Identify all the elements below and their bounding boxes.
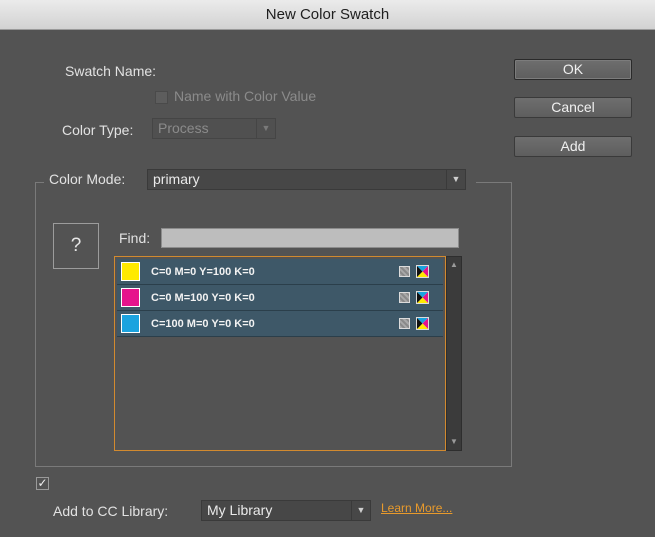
process-type-icon: [399, 318, 410, 329]
swatch-list-scrollbar[interactable]: ▲ ▼: [446, 256, 462, 451]
color-mode-legend: Color Mode: primary ▼: [44, 168, 476, 192]
window-title: New Color Swatch: [265, 6, 390, 23]
color-type-dropdown[interactable]: Process ▼: [152, 118, 276, 139]
add-to-cc-library-checkbox[interactable]: ✓: [36, 477, 49, 490]
swatch-name: C=0 M=0 Y=100 K=0: [151, 266, 255, 278]
add-to-cc-library-label: Add to CC Library:: [53, 503, 169, 519]
window-title-bar: New Color Swatch: [0, 0, 655, 30]
new-color-swatch-dialog: Swatch Name: Name with Color Value Color…: [0, 30, 655, 537]
swatch-list-item[interactable]: C=0 M=0 Y=100 K=0: [117, 259, 443, 285]
ok-button[interactable]: OK: [514, 59, 632, 80]
swatch-name: C=100 M=0 Y=0 K=0: [151, 318, 255, 330]
swatch-list[interactable]: C=0 M=0 Y=100 K=0 C=0 M=100 Y=0 K=0 C=10…: [114, 256, 446, 451]
swatch-name: C=0 M=100 Y=0 K=0: [151, 292, 255, 304]
cmyk-mode-icon: [416, 317, 429, 330]
swatch-name-label: Swatch Name:: [65, 63, 157, 79]
find-input[interactable]: [161, 228, 459, 248]
process-type-icon: [399, 266, 410, 277]
color-type-label: Color Type:: [62, 122, 134, 138]
scroll-up-arrow-icon[interactable]: ▲: [447, 259, 461, 271]
find-label: Find:: [119, 230, 151, 246]
name-with-color-value-checkbox[interactable]: [155, 91, 168, 104]
triangle-down-icon: ▼: [256, 119, 275, 138]
swatch-list-item[interactable]: C=0 M=100 Y=0 K=0: [117, 285, 443, 311]
color-mode-value: primary: [153, 171, 200, 187]
cmyk-mode-icon: [416, 265, 429, 278]
swatch-color-chip: [121, 314, 140, 333]
cancel-button[interactable]: Cancel: [514, 97, 632, 118]
triangle-down-icon: ▼: [446, 170, 465, 189]
learn-more-link[interactable]: Learn More...: [381, 501, 452, 515]
name-with-color-value-label: Name with Color Value: [174, 88, 317, 104]
color-mode-label: Color Mode:: [49, 171, 126, 187]
scroll-down-arrow-icon[interactable]: ▼: [447, 436, 461, 448]
color-type-value: Process: [158, 120, 209, 136]
color-mode-dropdown[interactable]: primary ▼: [147, 169, 466, 190]
cmyk-mode-icon: [416, 291, 429, 304]
swatch-list-item[interactable]: C=100 M=0 Y=0 K=0: [117, 311, 443, 337]
process-type-icon: [399, 292, 410, 303]
swatch-color-chip: [121, 262, 140, 281]
swatch-color-chip: [121, 288, 140, 307]
add-button[interactable]: Add: [514, 136, 632, 157]
cc-library-dropdown[interactable]: My Library ▼: [201, 500, 371, 521]
cc-library-value: My Library: [207, 502, 273, 518]
swatch-preview: ?: [53, 223, 99, 269]
triangle-down-icon: ▼: [351, 501, 370, 520]
